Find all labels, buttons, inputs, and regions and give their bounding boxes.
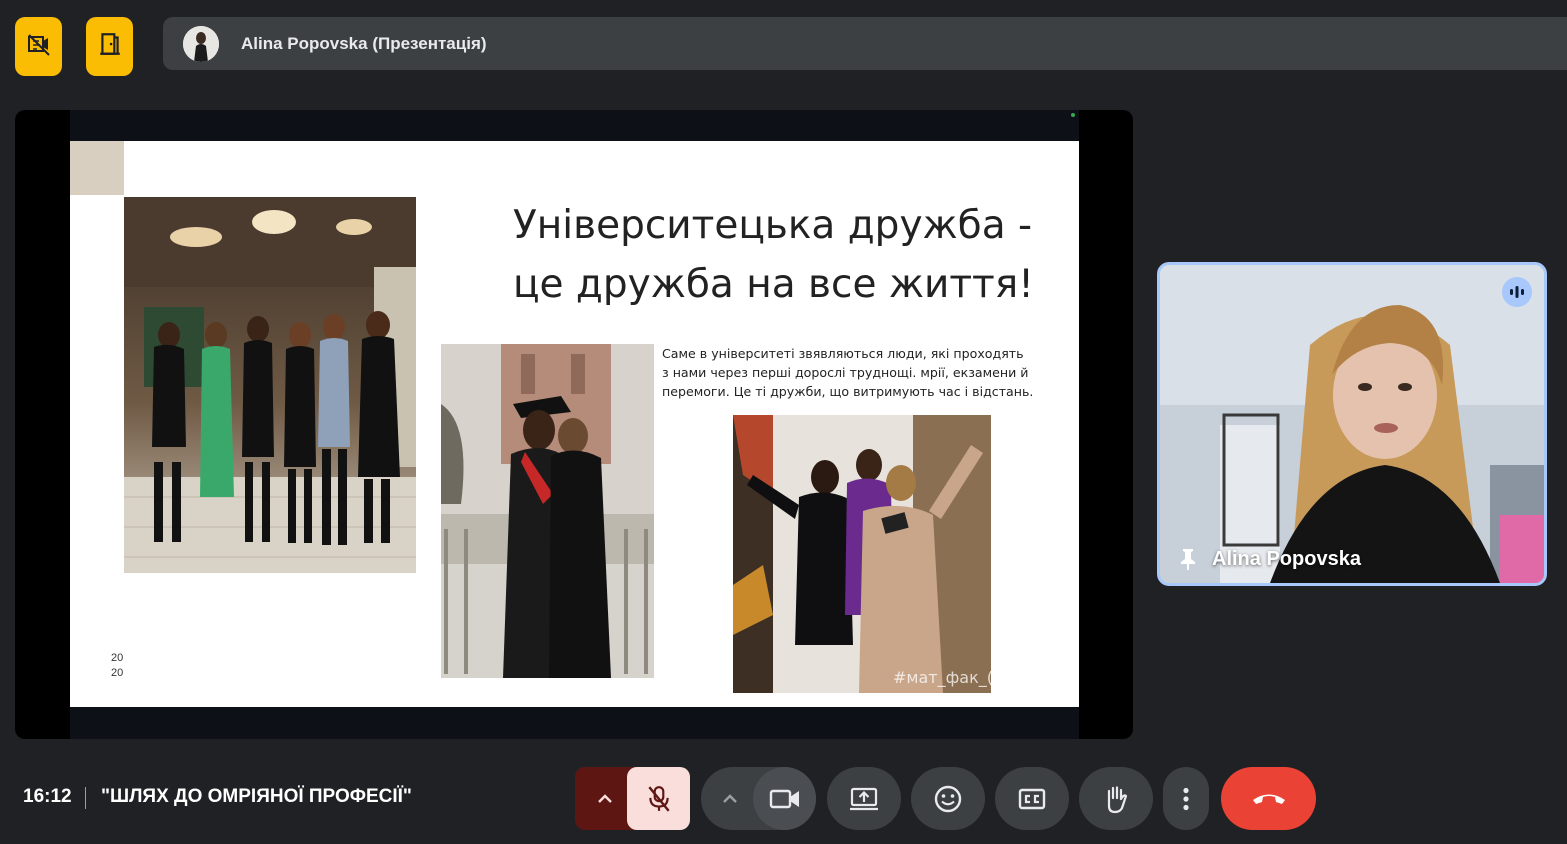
participant-name: Alina Popovska (1212, 548, 1361, 570)
status-dot (1071, 113, 1075, 117)
pin-icon[interactable] (1178, 547, 1198, 571)
mic-options-button[interactable] (575, 767, 635, 830)
closed-captions-icon (1018, 788, 1046, 809)
slide-year-line-1: 20 (111, 652, 124, 664)
present-screen-icon (850, 787, 878, 810)
camera-toggle-button[interactable] (753, 767, 816, 830)
mic-control-group (575, 767, 690, 830)
end-call-button[interactable] (1221, 767, 1316, 830)
slide-title: Університецька дружба - це дружба на все… (513, 203, 1034, 307)
meeting-title: "ШЛЯХ ДО ОМРІЯНОЇ ПРОФЕСІЇ" (101, 786, 412, 807)
captions-button[interactable] (995, 767, 1069, 830)
door-exit-icon (97, 31, 123, 62)
slide-body-text: Саме в університеті звявляються люди, як… (662, 346, 1034, 399)
photo-group-friends (124, 197, 416, 573)
participant-tile[interactable]: Alina Popovska (1157, 262, 1547, 586)
call-end-icon (1252, 794, 1285, 804)
slide-accent-block (70, 141, 124, 195)
camera-control-group (701, 767, 816, 830)
mic-toggle-button[interactable] (627, 767, 690, 830)
reactions-button[interactable] (911, 767, 985, 830)
raise-hand-button[interactable] (1079, 767, 1153, 830)
slide-year: 20 20 (111, 651, 131, 681)
layout-toggle-button[interactable] (15, 17, 62, 76)
participant-video (1160, 265, 1544, 583)
presenter-banner: Alina Popovska (Презентація) (163, 17, 1567, 70)
audio-level-icon (1502, 277, 1532, 307)
slide-year-line-2: 20 (111, 667, 124, 679)
chevron-up-icon (723, 793, 737, 803)
photo-watermark: #мат_фак_( (893, 668, 991, 688)
presentation-stage[interactable]: #мат_фак_( Університецька дружба - це др… (15, 110, 1133, 739)
leave-room-button[interactable] (86, 17, 133, 76)
camera-options-button[interactable] (701, 767, 759, 830)
photo-graduation (441, 344, 654, 678)
emoji-icon (934, 785, 962, 812)
slide: #мат_фак_( Університецька дружба - це др… (70, 141, 1079, 707)
videocam-icon (769, 789, 799, 808)
avatar (183, 25, 219, 62)
more-vert-icon (1183, 787, 1189, 810)
clock: 16:12 (23, 786, 72, 807)
no-video-grid-icon (27, 32, 51, 61)
photo-friends-selfie: #мат_фак_( (733, 415, 991, 693)
raise-hand-icon (1107, 785, 1128, 813)
presenter-name: Alina Popovska (Презентація) (241, 33, 487, 53)
chevron-up-icon (598, 793, 612, 803)
mic-off-icon (647, 785, 670, 812)
more-options-button[interactable] (1163, 767, 1209, 830)
present-button[interactable] (827, 767, 901, 830)
divider (85, 787, 86, 809)
